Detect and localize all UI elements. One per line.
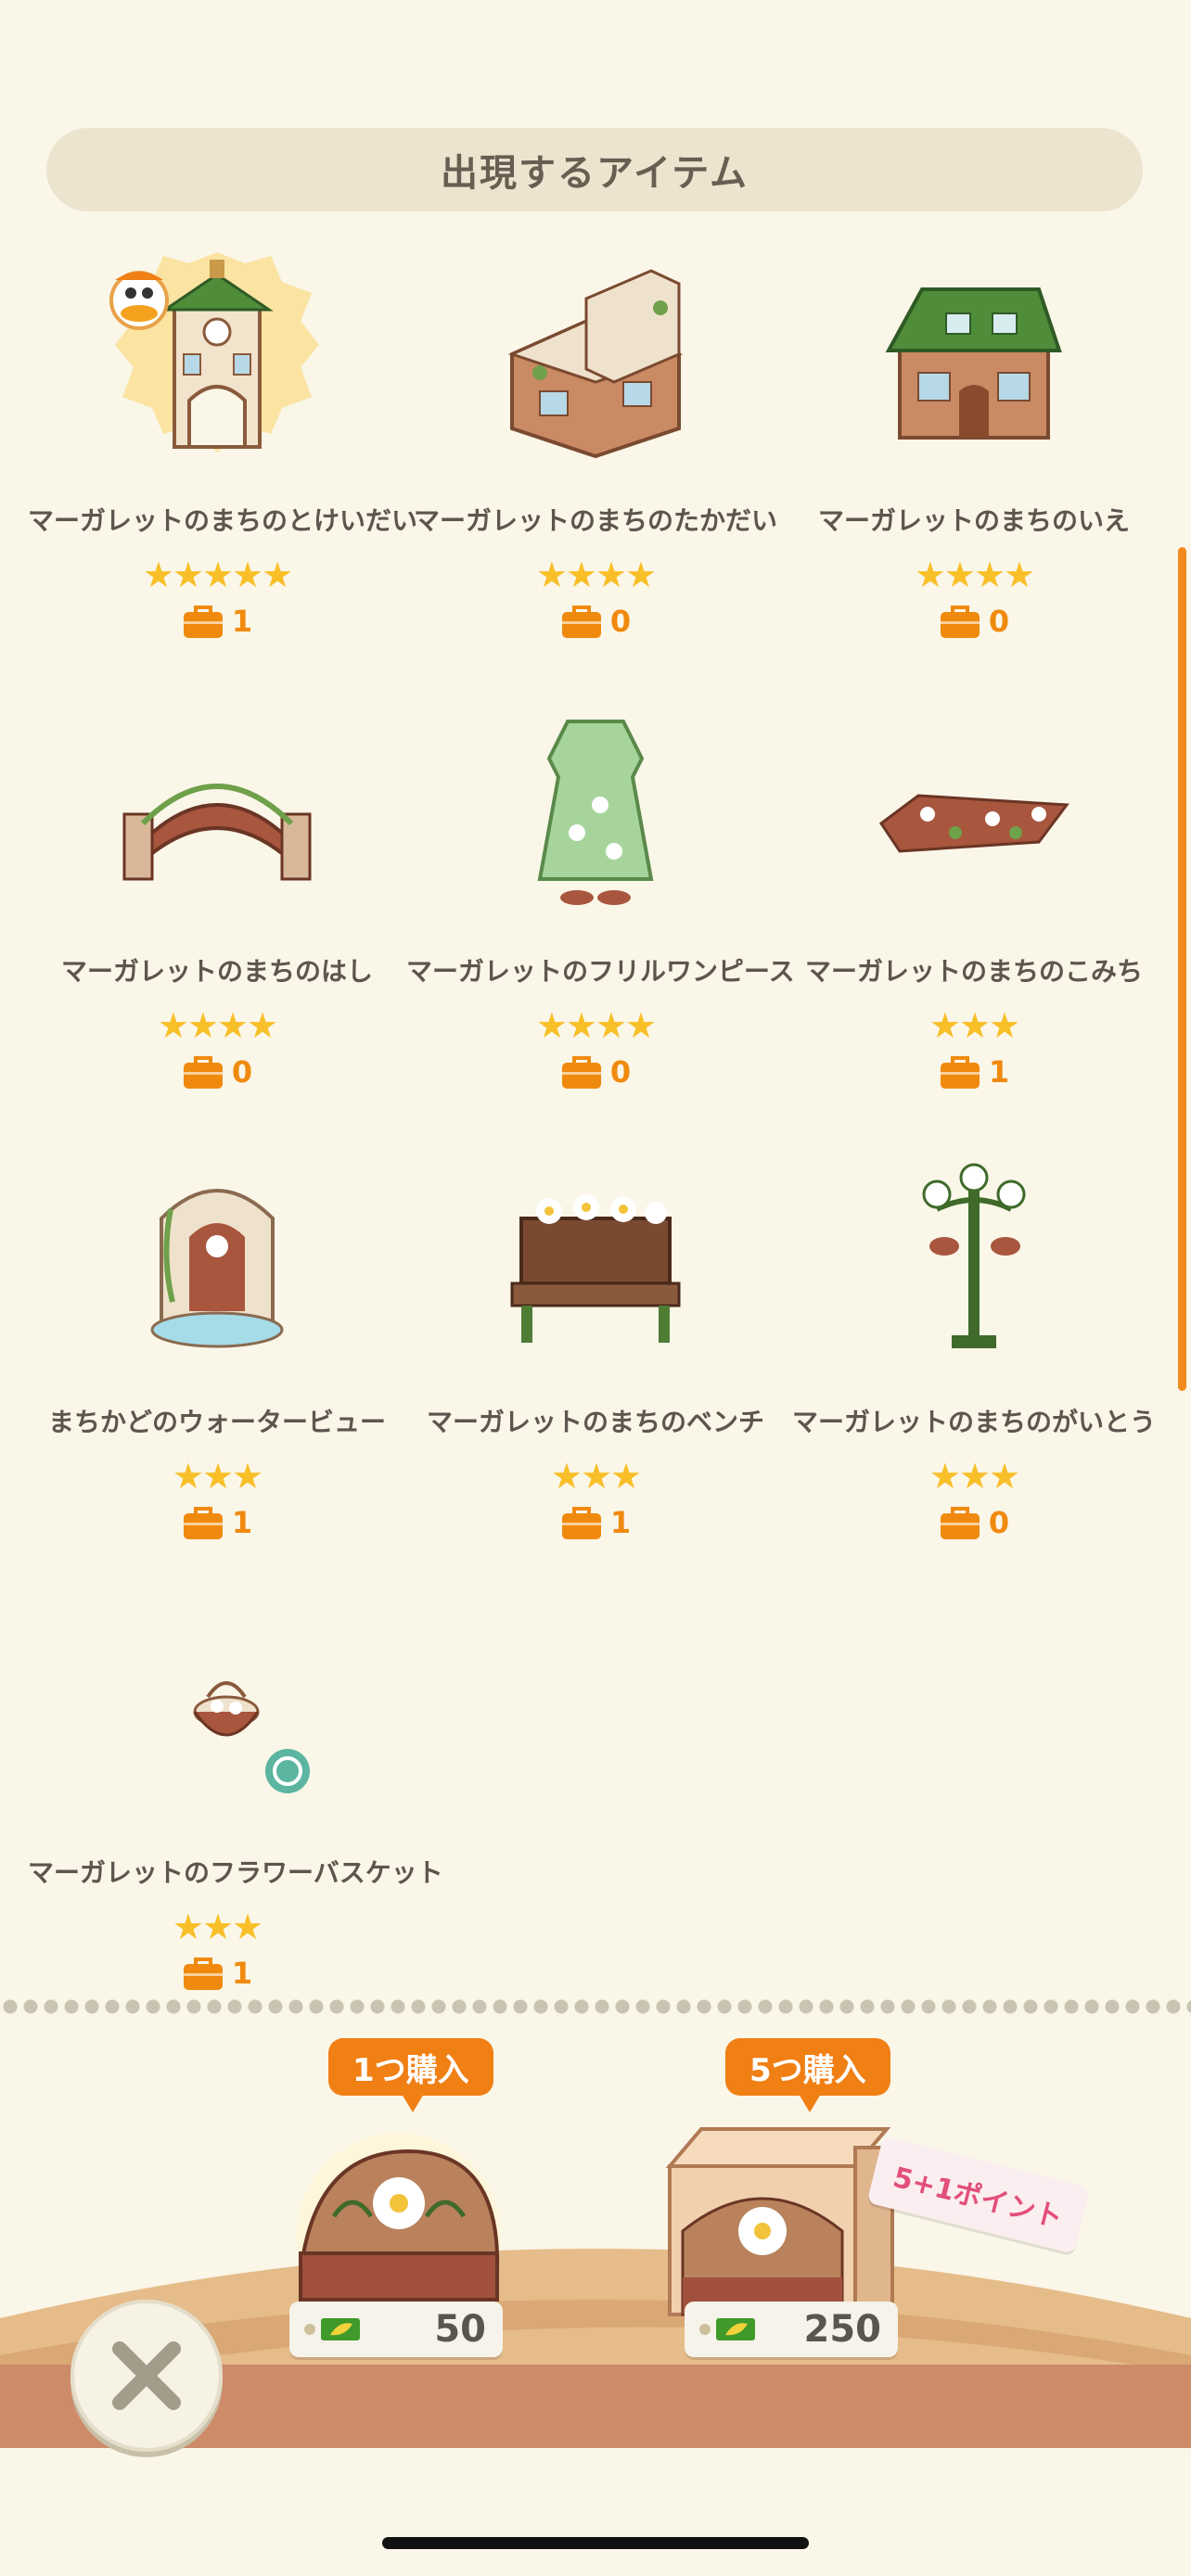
table-background: [0, 2249, 1191, 2576]
item-card[interactable]: マーガレットのフラワーバスケット ★★★ 1: [28, 1595, 443, 2003]
bag-icon: [183, 1056, 223, 1089]
buy-one-price: 50: [289, 2302, 503, 2357]
owned-count: 1: [28, 603, 406, 640]
item-name: マーガレットのまちのたかだい: [413, 505, 777, 536]
scrollbar[interactable]: [1178, 547, 1186, 1391]
streetlamp-icon: [863, 1144, 1085, 1367]
buy-five-label: 5つ購入: [725, 2038, 890, 2112]
buy-five-price: 250: [685, 2302, 898, 2357]
bag-icon: [940, 606, 980, 638]
item-rarity-stars: ★★★: [550, 1456, 642, 1497]
bench-icon: [484, 1144, 707, 1367]
item-card[interactable]: マーガレットのまちのこみち ★★★ 1: [785, 694, 1163, 1102]
item-card[interactable]: マーガレットのフリルワンピース ★★★★ 0: [406, 694, 795, 1102]
bag-icon: [940, 1507, 980, 1539]
bag-icon: [561, 606, 601, 638]
dress-icon: [484, 694, 707, 916]
bag-icon: [183, 606, 223, 638]
item-rarity-stars: ★★★: [928, 1005, 1020, 1046]
owned-count: 0: [785, 1504, 1163, 1541]
item-card[interactable]: マーガレットのまちのいえ ★★★★ 0: [785, 243, 1163, 651]
item-card[interactable]: マーガレットのまちのたかだい ★★★★ 0: [406, 243, 785, 651]
path-icon: [863, 694, 1085, 916]
owned-count: 1: [785, 1053, 1163, 1090]
owned-count: 1: [406, 1504, 785, 1541]
item-name: マーガレットのまちのはし: [60, 956, 373, 987]
leaf-ticket-icon: [699, 2318, 755, 2340]
fountain-icon: [106, 1144, 328, 1367]
owned-count-value: 1: [231, 1505, 253, 1540]
owned-count-value: 1: [988, 1054, 1010, 1090]
owned-count-value: 0: [231, 1054, 253, 1090]
owned-count: 0: [406, 1053, 785, 1090]
bag-icon: [561, 1507, 601, 1539]
owned-count: 0: [28, 1053, 406, 1090]
owned-count: 1: [28, 1955, 406, 1992]
bag-icon: [940, 1056, 980, 1089]
item-rarity-stars: ★★★★: [914, 555, 1035, 595]
item-card[interactable]: まちかどのウォータービュー ★★★ 1: [28, 1144, 406, 1552]
section-header: 出現するアイテム: [46, 128, 1143, 211]
cookie-one-icon: [297, 2133, 501, 2318]
purchase-panel: 1つ購入 50 5つ購入 5+1ポイント 250: [0, 2021, 1191, 2576]
item-card[interactable]: マーガレットのまちのとけいだい ★★★★★ 1: [28, 243, 418, 651]
bridge-icon: [106, 694, 328, 916]
cookie-box-icon: [665, 2127, 894, 2324]
item-name: マーガレットのフリルワンピース: [406, 956, 795, 987]
item-rarity-stars: ★★★★: [535, 555, 657, 595]
owned-count: 0: [785, 603, 1163, 640]
item-card[interactable]: マーガレットのまちのがいとう ★★★ 0: [785, 1144, 1163, 1552]
item-name: マーガレットのまちのいえ: [817, 505, 1130, 536]
bag-icon: [183, 1507, 223, 1539]
bag-icon: [561, 1056, 601, 1089]
owned-count: 0: [406, 603, 785, 640]
owned-count-value: 1: [609, 1505, 632, 1540]
item-rarity-stars: ★★★★★: [142, 555, 293, 595]
dotted-divider: [0, 1999, 1191, 2014]
flower-basket-icon: [106, 1595, 328, 1817]
item-rarity-stars: ★★★: [172, 1906, 263, 1947]
leaf-ticket-icon: [304, 2318, 360, 2340]
owned-count-value: 0: [988, 604, 1010, 639]
item-name: マーガレットのまちのこみち: [804, 956, 1143, 987]
terrace-icon: [484, 243, 707, 465]
section-title: 出現するアイテム: [441, 152, 749, 195]
clock-tower-icon: [106, 243, 328, 465]
item-name: マーガレットのフラワーバスケット: [28, 1857, 443, 1888]
item-rarity-stars: ★★★: [928, 1456, 1020, 1497]
house-icon: [863, 243, 1085, 465]
buy-five-price-value: 250: [803, 2308, 882, 2351]
item-rarity-stars: ★★★: [172, 1456, 263, 1497]
item-rarity-stars: ★★★★: [535, 1005, 657, 1046]
buy-one-label: 1つ購入: [328, 2038, 493, 2112]
owned-count: 1: [28, 1504, 406, 1541]
bag-icon: [183, 1958, 223, 1990]
item-name: マーガレットのまちのがいとう: [791, 1407, 1156, 1437]
item-name: マーガレットのまちのベンチ: [426, 1407, 764, 1437]
owned-count-value: 1: [231, 1956, 253, 1991]
item-card[interactable]: マーガレットのまちのはし ★★★★ 0: [28, 694, 406, 1102]
item-name: マーガレットのまちのとけいだい: [28, 505, 418, 536]
owned-count-value: 0: [609, 604, 632, 639]
owned-count-value: 1: [231, 604, 253, 639]
item-rarity-stars: ★★★★: [157, 1005, 278, 1046]
close-icon: [112, 2341, 181, 2410]
owned-count-value: 0: [988, 1505, 1010, 1540]
item-card[interactable]: マーガレットのまちのベンチ ★★★ 1: [406, 1144, 785, 1552]
owned-count-value: 0: [609, 1054, 632, 1090]
buy-one-price-value: 50: [434, 2308, 486, 2351]
item-name: まちかどのウォータービュー: [47, 1407, 386, 1437]
close-button[interactable]: [70, 2300, 223, 2452]
home-indicator[interactable]: [382, 2537, 809, 2549]
